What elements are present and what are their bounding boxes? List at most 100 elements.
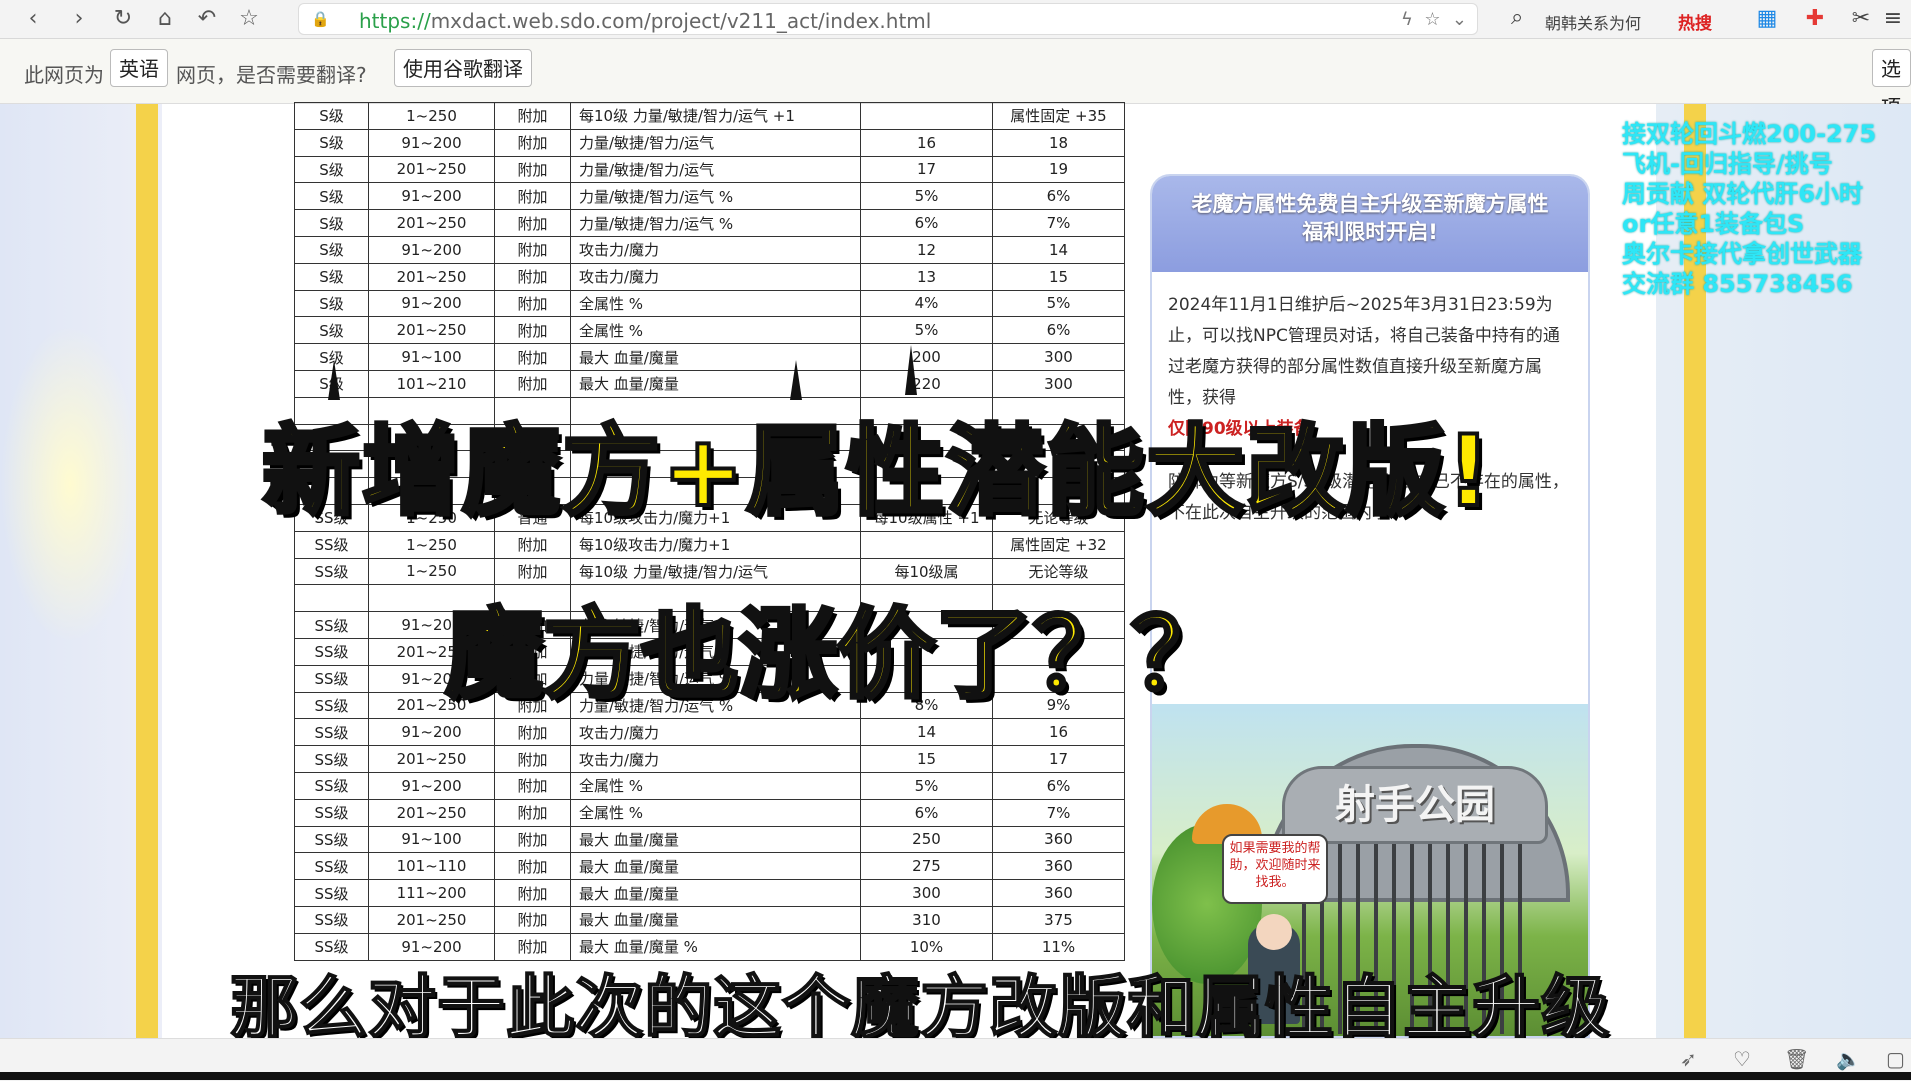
table-cell: SS级	[294, 905, 369, 934]
table-cell: 附加	[494, 262, 571, 291]
card-paragraph-1: 2024年11月1日维护后~2025年3月31日23:59为止，可以找NPC管理…	[1168, 295, 1560, 377]
game-controller-icon[interactable]: ✚	[1800, 4, 1830, 34]
table-cell: SS级	[294, 664, 369, 693]
table-cell: 全属性 %	[570, 771, 861, 800]
window-icon[interactable]: ▢	[1886, 1047, 1905, 1071]
table-cell: 每10级 力量/敏捷/智力/运气 +1	[570, 102, 861, 130]
table-cell: 全属性 %	[570, 289, 861, 318]
table-cell: 201~250	[368, 262, 495, 291]
address-actions-icon[interactable]: ϟ ☆ ⌄	[1401, 9, 1467, 30]
spike-decoration	[905, 345, 917, 395]
table-cell: 91~100	[368, 825, 495, 854]
table-cell: 250	[860, 825, 993, 854]
address-bar[interactable]: 🔒 https://mxdact.web.sdo.com/project/v21…	[298, 3, 1478, 35]
table-row: SS级 201~250 附加 攻击力/魔力 15 17	[294, 745, 1125, 773]
table-cell: 附加	[494, 530, 571, 559]
table-cell: 6%	[992, 182, 1125, 211]
table-cell: 附加	[494, 128, 571, 157]
promo-line: 奥尔卡接代拿创世武器	[1622, 240, 1862, 268]
table-cell: 最大 血量/魔量	[570, 825, 861, 854]
subheadline-overlay: 魔方也涨价了？？	[443, 596, 1231, 714]
card-title-line1: 老魔方属性免费自主升级至新魔方属性	[1191, 192, 1549, 216]
table-cell: 5%	[860, 182, 993, 211]
table-cell: 101~110	[368, 852, 495, 881]
table-row: SS级 1~250 附加 每10级攻击力/魔力+1 属性固定 +32	[294, 530, 1125, 559]
hot-search-badge[interactable]: 热搜	[1678, 9, 1712, 34]
table-cell: 5%	[992, 289, 1125, 318]
table-cell: 附加	[494, 852, 571, 881]
table-cell: 最大 血量/魔量	[570, 852, 861, 881]
table-cell: 201~250	[368, 209, 495, 237]
left-stripe	[136, 104, 158, 1038]
undo-icon[interactable]: ↶	[192, 4, 222, 34]
table-cell: 附加	[494, 745, 571, 773]
table-cell: 6%	[860, 209, 993, 237]
table-cell: SS级	[294, 852, 369, 881]
card-title: 老魔方属性免费自主升级至新魔方属性 福利限时开启!	[1152, 176, 1588, 272]
bookmark-star-icon[interactable]: ☆	[234, 4, 264, 34]
menu-icon[interactable]: ≡	[1878, 4, 1908, 34]
video-caption: 那么对于此次的这个魔方改版和属性自主升级	[229, 968, 1611, 1049]
bottom-edge	[0, 1072, 1911, 1080]
table-cell: 属性固定 +32	[992, 530, 1125, 559]
table-cell: 力量/敏捷/智力/运气	[570, 128, 861, 157]
table-cell: 附加	[494, 316, 571, 345]
options-button[interactable]: 选项	[1872, 49, 1911, 119]
table-cell: 附加	[494, 343, 571, 371]
table-cell: S级	[294, 209, 369, 237]
table-cell: SS级	[294, 718, 369, 747]
promo-line: or任意1装备包S	[1622, 210, 1805, 238]
table-cell: 附加	[494, 879, 571, 907]
table-cell: S级	[294, 155, 369, 184]
table-cell	[860, 530, 993, 559]
table-cell: 18	[992, 128, 1125, 157]
home-icon[interactable]: ⌂	[150, 4, 180, 34]
npc-face	[1256, 914, 1292, 950]
rocket-icon[interactable]: ➶	[1680, 1047, 1697, 1071]
table-cell: 附加	[494, 825, 571, 854]
left-glow	[0, 324, 140, 644]
table-cell: 91~200	[368, 235, 495, 264]
back-icon[interactable]: ‹	[18, 4, 48, 34]
table-row: S级 201~250 附加 力量/敏捷/智力/运气 % 6% 7%	[294, 209, 1125, 237]
table-cell: 1~250	[368, 530, 495, 559]
table-cell: SS级	[294, 879, 369, 907]
table-cell: 力量/敏捷/智力/运气	[570, 155, 861, 184]
table-cell: S级	[294, 316, 369, 345]
table-cell: 19	[992, 155, 1125, 184]
forward-icon[interactable]: ›	[64, 4, 94, 34]
table-cell: 201~250	[368, 745, 495, 773]
table-row: SS级 111~200 附加 最大 血量/魔量 300 360	[294, 879, 1125, 907]
table-cell: 91~200	[368, 128, 495, 157]
table-cell: SS级	[294, 611, 369, 639]
table-row: S级 91~200 附加 全属性 % 4% 5%	[294, 289, 1125, 318]
trash-icon[interactable]: 🗑	[1784, 1047, 1809, 1071]
table-cell: S级	[294, 262, 369, 291]
translate-button[interactable]: 使用谷歌翻译	[394, 49, 532, 87]
table-cell: 17	[860, 155, 993, 184]
table-cell: 附加	[494, 209, 571, 237]
table-cell: 201~250	[368, 798, 495, 827]
reload-icon[interactable]: ↻	[108, 4, 138, 34]
table-row: S级 91~200 附加 攻击力/魔力 12 14	[294, 235, 1125, 264]
table-cell: 91~100	[368, 343, 495, 371]
table-cell	[294, 584, 369, 613]
volume-icon[interactable]: 🔈	[1836, 1047, 1861, 1071]
table-cell: 全属性 %	[570, 798, 861, 827]
table-cell: 附加	[494, 155, 571, 184]
headline-overlay: 新增魔方+属性潜能大改版!	[260, 413, 1493, 531]
table-cell: SS级	[294, 798, 369, 827]
scissors-icon[interactable]: ✂	[1846, 4, 1876, 34]
apps-grid-icon[interactable]: ▦	[1752, 4, 1782, 34]
search-box[interactable]: ⌕ 朝韩关系为何 热搜	[1505, 3, 1735, 35]
table-cell	[860, 102, 993, 130]
language-button[interactable]: 英语	[110, 49, 168, 87]
table-cell: SS级	[294, 530, 369, 559]
table-cell: 6%	[860, 798, 993, 827]
table-cell: 力量/敏捷/智力/运气 %	[570, 182, 861, 211]
table-cell: 附加	[494, 102, 571, 130]
heart-icon[interactable]: ♡	[1733, 1047, 1751, 1071]
table-cell: 201~250	[368, 905, 495, 934]
promo-line: 接双轮回斗燃200-275	[1622, 120, 1877, 148]
table-cell: 附加	[494, 905, 571, 934]
